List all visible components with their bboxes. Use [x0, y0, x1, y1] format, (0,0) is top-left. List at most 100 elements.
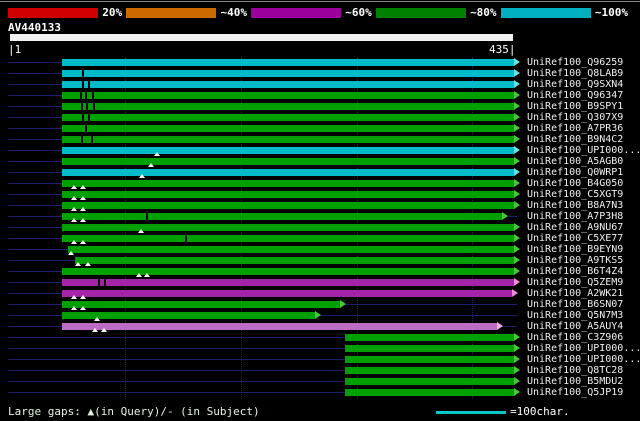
hit-label[interactable]: UniRef100_Q96259	[527, 57, 623, 68]
hit-label[interactable]: UniRef100_Q8TC28	[527, 365, 623, 376]
arrow-right-icon	[514, 69, 520, 77]
alignment-bar[interactable]	[344, 378, 514, 385]
query-bar	[10, 34, 513, 41]
subject-gap-tick	[98, 279, 101, 286]
hit-label[interactable]: UniRef100_A5AUY4	[527, 321, 623, 332]
blast-graphic-overview: 20% ~40% ~60% ~80% ~100% AV440133 |1 435| Un…	[0, 0, 640, 421]
alignment-bar[interactable]	[344, 334, 514, 341]
alignment-row: UniRef100_Q5JP19	[0, 387, 640, 398]
subject-gap-tick	[80, 103, 83, 110]
alignment-bar[interactable]	[62, 290, 512, 297]
hit-label[interactable]: UniRef100_B9SPY1	[527, 101, 623, 112]
alignment-bar[interactable]	[62, 213, 503, 220]
hit-label[interactable]: UniRef100_B6T4Z4	[527, 266, 623, 277]
arrow-right-icon	[514, 366, 520, 374]
hit-label[interactable]: UniRef100_A7PR36	[527, 123, 623, 134]
query-name: AV440133	[8, 21, 61, 34]
scale-segment-label: ~40%	[220, 6, 247, 19]
alignment-bar[interactable]	[62, 103, 514, 110]
alignment-bar[interactable]	[62, 279, 514, 286]
hit-label[interactable]: UniRef100_C5XE77	[527, 233, 623, 244]
hit-label[interactable]: UniRef100_UPI000...	[527, 343, 640, 354]
alignment-bar[interactable]	[62, 114, 514, 121]
subject-gap-tick	[86, 103, 89, 110]
subject-gap-tick	[85, 92, 88, 99]
alignment-bar[interactable]	[62, 235, 514, 242]
subject-gap-tick	[145, 213, 148, 220]
hit-label[interactable]: UniRef100_C3Z906	[527, 332, 623, 343]
subject-gap-tick	[92, 92, 95, 99]
alignment-bar[interactable]	[62, 147, 514, 154]
alignment-bar[interactable]	[62, 180, 514, 187]
alignment-bar[interactable]	[62, 81, 514, 88]
alignment-bar[interactable]	[344, 345, 514, 352]
alignment-bar[interactable]	[62, 92, 514, 99]
arrow-right-icon	[514, 377, 520, 385]
alignment-bar[interactable]	[62, 59, 514, 66]
scale-segment-label: ~60%	[345, 6, 372, 19]
alignment-row: UniRef100_B8A7N3	[0, 200, 640, 211]
alignment-bar[interactable]	[62, 136, 514, 143]
hit-label[interactable]: UniRef100_B8A7N3	[527, 200, 623, 211]
alignment-row: UniRef100_A5AGB0	[0, 156, 640, 167]
arrow-right-icon	[514, 113, 520, 121]
alignment-bar[interactable]	[62, 268, 514, 275]
identity-scalebar: 20% ~40% ~60% ~80% ~100%	[8, 6, 632, 19]
hit-label[interactable]: UniRef100_UPI000...	[527, 145, 640, 156]
alignment-bar[interactable]	[344, 356, 514, 363]
arrow-right-icon	[514, 190, 520, 198]
hit-label[interactable]: UniRef100_A7P3H8	[527, 211, 623, 222]
hit-label[interactable]: UniRef100_Q5JP19	[527, 387, 623, 398]
hit-label[interactable]: UniRef100_A9NU67	[527, 222, 623, 233]
arrow-right-icon	[514, 168, 520, 176]
legend-footer: Large gaps: ▲(in Query)/- (in Subject) =…	[0, 405, 640, 421]
subject-gap-tick	[85, 125, 88, 132]
gaps-legend: Large gaps: ▲(in Query)/- (in Subject)	[8, 405, 260, 418]
hit-label[interactable]: UniRef100_B4G050	[527, 178, 623, 189]
alignment-bar[interactable]	[62, 169, 514, 176]
arrow-right-icon	[514, 102, 520, 110]
alignment-bar[interactable]	[62, 301, 341, 308]
alignment-bar[interactable]	[62, 158, 514, 165]
arrow-right-icon	[496, 322, 503, 330]
hit-label[interactable]: UniRef100_B9EYN9	[527, 244, 623, 255]
alignment-bar[interactable]	[67, 246, 514, 253]
scale-segment	[250, 7, 342, 18]
alignment-bar[interactable]	[344, 367, 514, 374]
hit-label[interactable]: UniRef100_B6SN07	[527, 299, 623, 310]
hit-label[interactable]: UniRef100_A2WK21	[527, 288, 623, 299]
alignment-bar[interactable]	[74, 257, 514, 264]
hit-label[interactable]: UniRef100_Q96347	[527, 90, 623, 101]
hit-label[interactable]: UniRef100_Q5ZEM9	[527, 277, 623, 288]
alignment-bar[interactable]	[344, 389, 514, 396]
alignment-row: UniRef100_B4G050	[0, 178, 640, 189]
alignment-row: UniRef100_A7PR36	[0, 123, 640, 134]
alignment-bar[interactable]	[62, 224, 514, 231]
alignment-bar[interactable]	[62, 312, 315, 319]
alignment-bar[interactable]	[62, 323, 497, 330]
hit-label[interactable]: UniRef100_UPI000...	[527, 354, 640, 365]
hit-label[interactable]: UniRef100_B5MDU2	[527, 376, 623, 387]
alignment-bar[interactable]	[62, 191, 514, 198]
hit-label[interactable]: UniRef100_A9TKS5	[527, 255, 623, 266]
hit-label[interactable]: UniRef100_B9N4C2	[527, 134, 623, 145]
arrow-right-icon	[514, 388, 520, 396]
arrow-right-icon	[514, 267, 520, 275]
arrow-right-icon	[514, 157, 520, 165]
alignment-bar[interactable]	[62, 70, 514, 77]
alignment-bar[interactable]	[62, 202, 514, 209]
scale-legend: =100char.	[510, 405, 570, 418]
alignment-bar[interactable]	[62, 125, 514, 132]
hit-label[interactable]: UniRef100_Q307X9	[527, 112, 623, 123]
hit-label[interactable]: UniRef100_Q5N7M3	[527, 310, 623, 321]
hit-label[interactable]: UniRef100_Q8LAB9	[527, 68, 623, 79]
scale-segment-label: ~80%	[470, 6, 497, 19]
hit-label[interactable]: UniRef100_C5XGT9	[527, 189, 623, 200]
alignment-row: UniRef100_Q5N7M3	[0, 310, 640, 321]
arrow-right-icon	[514, 201, 520, 209]
scale-segment	[126, 7, 217, 18]
hit-label[interactable]: UniRef100_A5AGB0	[527, 156, 623, 167]
hit-label[interactable]: UniRef100_Q9SXN4	[527, 79, 623, 90]
alignment-row: UniRef100_A2WK21	[0, 288, 640, 299]
hit-label[interactable]: UniRef100_Q0WRP1	[527, 167, 623, 178]
